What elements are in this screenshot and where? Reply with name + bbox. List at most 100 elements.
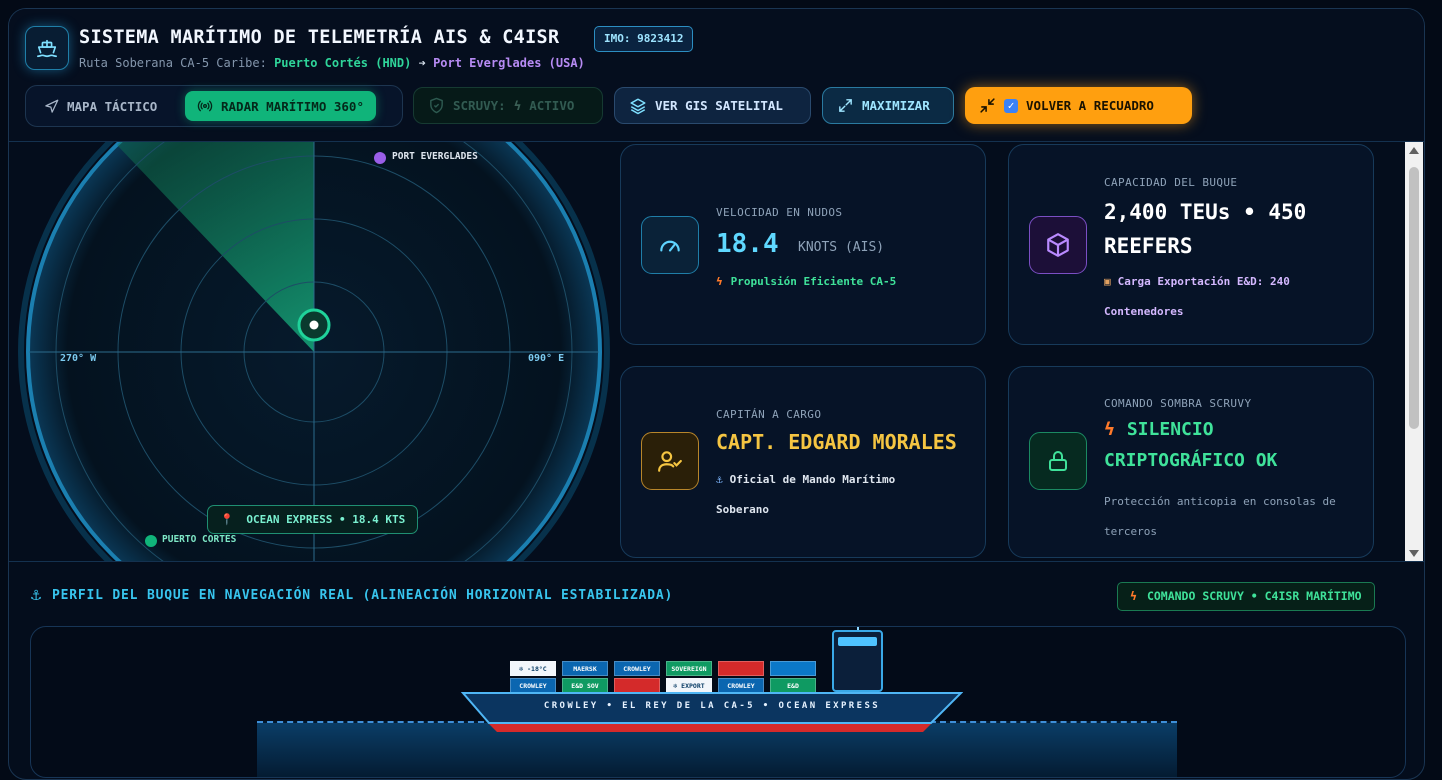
container-label: -18°C: [527, 664, 547, 673]
back-to-frame-button[interactable]: ✓ VOLVER A RECUADRO: [965, 87, 1192, 124]
capacity-note-2: Contenedores: [1104, 305, 1184, 318]
scroll-up-icon[interactable]: [1409, 147, 1419, 154]
flame-icon: ϟ: [716, 275, 723, 288]
header: SISTEMA MARÍTIMO DE TELEMETRÍA AIS & C4I…: [9, 9, 1424, 142]
command-note-2: terceros: [1104, 525, 1157, 538]
capacity-label: CAPACIDAD DEL BUQUE: [1104, 176, 1238, 189]
container-sovereign: SOVEREIGN: [666, 661, 712, 676]
command-line2: CRIPTOGRÁFICO OK: [1104, 450, 1278, 471]
captain-name: CAPT. EDGARD MORALES: [716, 430, 957, 454]
capacity-note-1-text: Carga Exportación E&D: 240: [1117, 275, 1290, 288]
bridge-tower: [832, 630, 883, 692]
capacity-line2: REEFERS: [1104, 234, 1193, 258]
gis-satellite-label: VER GIS SATELITAL: [655, 98, 783, 113]
anchor-icon: ⚓: [716, 473, 723, 486]
puerto-cortes-dot: [145, 535, 157, 547]
scroll-down-icon[interactable]: [1409, 550, 1419, 557]
heading-west-label: 270° W: [60, 353, 97, 364]
command-badge: ϟ COMANDO SCRUVY • C4ISR MARÍTIMO: [1117, 582, 1375, 611]
checkbox-icon: ✓: [1004, 98, 1018, 113]
bolt-icon: ϟ: [1104, 419, 1115, 440]
container-red: [718, 661, 764, 676]
snowflake-icon: ❄: [519, 664, 528, 673]
tab-tactical-map[interactable]: MAPA TÁCTICO: [32, 91, 169, 121]
bolt-icon: ϟ: [513, 98, 522, 113]
package-icon: ▣: [1104, 275, 1111, 288]
page-title: SISTEMA MARÍTIMO DE TELEMETRÍA AIS & C4I…: [79, 27, 560, 48]
captain-note-1-text: Oficial de Mando Marítimo: [729, 473, 896, 486]
puerto-cortes-label: PUERTO CORTÉS: [162, 534, 237, 545]
maximize-label: MAXIMIZAR: [862, 98, 930, 113]
lock-icon: [1029, 432, 1087, 490]
command-badge-text: COMANDO SCRUVY • C4ISR MARÍTIMO: [1146, 589, 1362, 603]
profile-title: ⚓ PERFIL DEL BUQUE EN NAVEGACIÓN REAL (A…: [31, 585, 673, 605]
route-subtitle: Ruta Soberana CA-5 Caribe: Puerto Cortés…: [79, 56, 585, 70]
ship-hull: [461, 692, 963, 732]
gauge-icon: [641, 216, 699, 274]
shield-check-icon: [430, 97, 443, 114]
scruvy-status: ACTIVO: [529, 98, 575, 113]
back-to-frame-label: VOLVER A RECUADRO: [1026, 98, 1154, 113]
radio-signal-icon: [197, 100, 213, 112]
user-check-icon: [641, 432, 699, 490]
box-icon: [1029, 216, 1087, 274]
navigation-icon: [45, 99, 59, 113]
heading-east-label: 090° E: [528, 353, 565, 364]
command-label: COMANDO SOMBRA SCRUVY: [1104, 397, 1252, 410]
radar-scope: [18, 142, 610, 562]
layers-icon: [630, 98, 646, 114]
maximize-icon: [839, 99, 852, 112]
ship-profile-scene: ❄ -18°C MAERSK CROWLEY SOVEREIGN CROWLEY…: [30, 626, 1406, 778]
captain-card: CAPITÁN A CARGO CAPT. EDGARD MORALES ⚓ Of…: [620, 366, 986, 558]
command-card: COMANDO SOMBRA SCRUVY ϟ SILENCIO CRIPTOGR…: [1008, 366, 1374, 558]
command-note-1: Protección anticopia en consolas de: [1104, 495, 1336, 508]
command-line1-text: SILENCIO: [1126, 419, 1214, 440]
speed-unit: KNOTS (AIS): [798, 240, 885, 255]
container-crowley: CROWLEY: [614, 661, 660, 676]
route-prefix: Ruta Soberana CA-5 Caribe:: [79, 56, 267, 70]
snowflake-icon: ❄: [673, 681, 682, 690]
bridge-window: [838, 637, 877, 646]
vessel-tag-label: OCEAN EXPRESS • 18.4 KTS: [246, 513, 406, 526]
hull-text: CROWLEY • EL REY DE LA CA-5 • OCEAN EXPR…: [543, 701, 881, 711]
vessel-tag: 📍 OCEAN EXPRESS • 18.4 KTS: [207, 505, 419, 534]
tab-tactical-map-label: MAPA TÁCTICO: [67, 98, 158, 114]
port-everglades-dot: [374, 152, 386, 164]
container-maersk: MAERSK: [562, 661, 608, 676]
capacity-line1: 2,400 TEUs • 450: [1104, 200, 1307, 224]
tab-maritime-radar[interactable]: RADAR MARÍTIMO 360°: [185, 91, 376, 121]
app-frame: SISTEMA MARÍTIMO DE TELEMETRÍA AIS & C4I…: [8, 8, 1425, 780]
route-destination: Port Everglades (USA): [433, 56, 585, 70]
captain-label: CAPITÁN A CARGO: [716, 408, 822, 421]
container-reefer: ❄ -18°C: [510, 661, 556, 676]
anchor-icon: ⚓: [31, 585, 43, 605]
speed-value: 18.4: [716, 229, 779, 259]
bolt-icon: ϟ: [1130, 589, 1137, 603]
speed-label: VELOCIDAD EN NUDOS: [716, 206, 843, 219]
route-arrow-icon: ➔: [418, 56, 426, 70]
speed-card: VELOCIDAD EN NUDOS 18.4 KNOTS (AIS) ϟ Pro…: [620, 144, 986, 345]
profile-title-text: PERFIL DEL BUQUE EN NAVEGACIÓN REAL (ALI…: [52, 587, 674, 603]
maximize-button[interactable]: MAXIMIZAR: [822, 87, 954, 124]
section-divider: [9, 561, 1424, 562]
radar-panel: PORT EVERGLADES PUERTO CORTÉS 270° W 090…: [9, 142, 616, 562]
capacity-note-1: ▣ Carga Exportación E&D: 240: [1104, 267, 1290, 297]
gis-satellite-button[interactable]: VER GIS SATELITAL: [614, 87, 811, 124]
scruvy-status-button[interactable]: SCRUVY: ϟ ACTIVO: [413, 87, 603, 124]
location-pin-icon: 📍: [220, 513, 234, 526]
port-everglades-label: PORT EVERGLADES: [392, 151, 478, 162]
minimize-icon: [980, 98, 995, 113]
speed-note: ϟ Propulsión Eficiente CA-5: [716, 267, 896, 297]
capacity-card: CAPACIDAD DEL BUQUE 2,400 TEUs • 450 REE…: [1008, 144, 1374, 345]
imo-badge: IMO: 9823412: [594, 26, 694, 52]
captain-note-1: ⚓ Oficial de Mando Marítimo: [716, 465, 895, 495]
scroll-thumb[interactable]: [1409, 167, 1419, 429]
container-label: EXPORT: [681, 681, 705, 690]
captain-note-2: Soberano: [716, 503, 769, 516]
view-tabs: MAPA TÁCTICO RADAR MARÍTIMO 360°: [25, 85, 403, 127]
ship-logo-icon: [25, 26, 69, 70]
speed-note-text: Propulsión Eficiente CA-5: [730, 275, 897, 288]
route-origin: Puerto Cortés (HND): [274, 56, 412, 70]
command-line1: ϟ SILENCIO: [1104, 419, 1214, 440]
cards-scrollbar[interactable]: [1405, 142, 1423, 562]
